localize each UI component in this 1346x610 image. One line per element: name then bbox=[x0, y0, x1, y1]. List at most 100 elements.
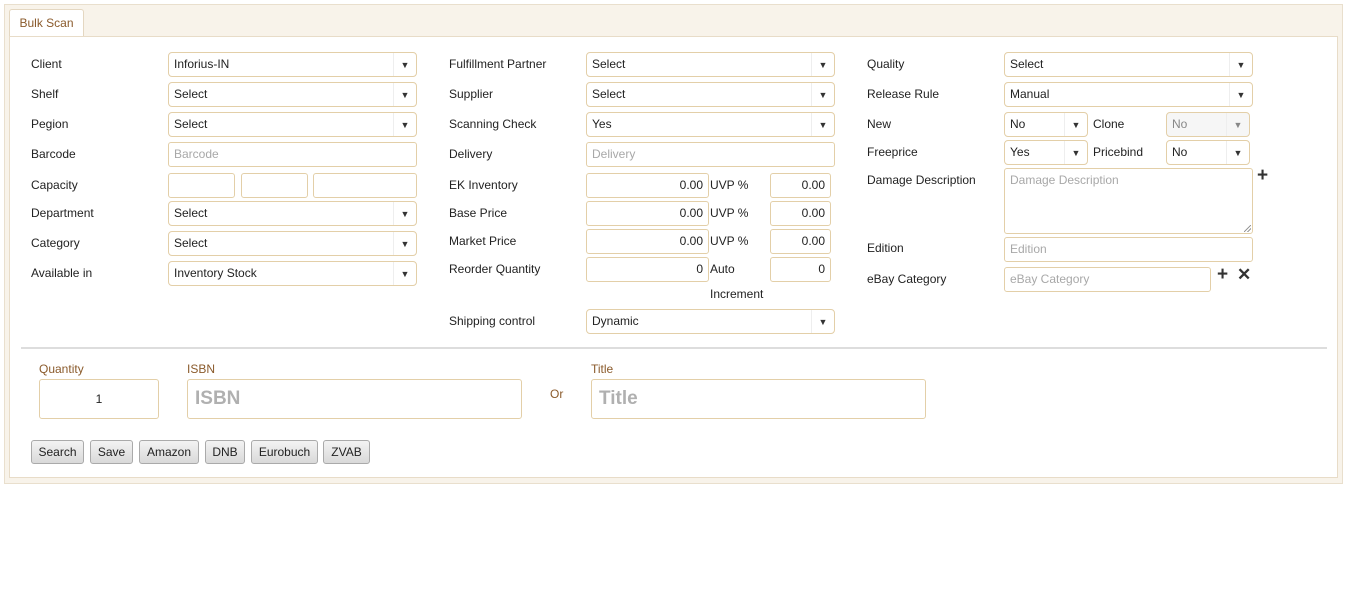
shipping-control-select[interactable]: Dynamic ▼ bbox=[586, 309, 835, 334]
region-select[interactable]: Select ▼ bbox=[168, 112, 417, 137]
category-select[interactable]: Select ▼ bbox=[168, 231, 417, 256]
pricebind-label: Pricebind bbox=[1093, 145, 1144, 159]
barcode-input[interactable]: Barcode bbox=[168, 142, 417, 167]
save-button[interactable]: Save bbox=[90, 440, 133, 464]
delivery-input[interactable]: Delivery bbox=[586, 142, 835, 167]
chevron-down-icon: ▼ bbox=[811, 310, 834, 333]
shipping-control-label: Shipping control bbox=[449, 314, 536, 328]
quality-label: Quality bbox=[867, 57, 905, 71]
pricebind-select[interactable]: No ▼ bbox=[1166, 140, 1250, 165]
damage-description-label: Damage Description bbox=[867, 173, 976, 187]
fulfillment-partner-select[interactable]: Select ▼ bbox=[586, 52, 835, 77]
barcode-label: Barcode bbox=[31, 147, 76, 161]
edition-label: Edition bbox=[867, 241, 904, 255]
capacity-input-3[interactable] bbox=[313, 173, 417, 198]
resize-grip-icon[interactable] bbox=[1244, 225, 1251, 232]
chevron-down-icon: ▼ bbox=[393, 232, 416, 255]
shelf-value: Select bbox=[174, 87, 208, 101]
new-label: New bbox=[867, 117, 892, 131]
capacity-input-1[interactable] bbox=[168, 173, 235, 198]
ek-inventory-input[interactable]: 0.00 bbox=[586, 173, 709, 198]
damage-description-textarea[interactable]: Damage Description bbox=[1004, 168, 1253, 234]
chevron-down-icon: ▼ bbox=[393, 113, 416, 136]
client-value: Inforius-IN bbox=[174, 57, 230, 71]
category-label: Category bbox=[31, 236, 80, 250]
capacity-input-2[interactable] bbox=[241, 173, 308, 198]
freeprice-label: Freeprice bbox=[867, 145, 918, 159]
scanning-check-label: Scanning Check bbox=[449, 117, 537, 131]
fulfillment-partner-value: Select bbox=[592, 57, 626, 71]
amazon-button[interactable]: Amazon bbox=[139, 440, 199, 464]
zvab-button[interactable]: ZVAB bbox=[323, 440, 370, 464]
department-value: Select bbox=[174, 206, 208, 220]
capacity-label: Capacity bbox=[31, 178, 78, 192]
base-price-label: Base Price bbox=[449, 206, 508, 220]
quantity-input[interactable]: 1 bbox=[39, 379, 159, 419]
market-uvp-label: UVP % bbox=[710, 234, 749, 248]
chevron-down-icon: ▼ bbox=[1226, 141, 1249, 164]
chevron-down-icon: ▼ bbox=[1064, 141, 1087, 164]
reorder-quantity-label: Reorder Quantity bbox=[449, 262, 541, 276]
supplier-value: Select bbox=[592, 87, 626, 101]
client-label: Client bbox=[31, 57, 62, 71]
shipping-control-value: Dynamic bbox=[592, 314, 639, 328]
damage-description-placeholder: Damage Description bbox=[1010, 173, 1119, 187]
auto-label: Auto bbox=[710, 262, 735, 276]
base-uvp-input[interactable]: 0.00 bbox=[770, 201, 831, 226]
chevron-down-icon: ▼ bbox=[393, 83, 416, 106]
quality-select[interactable]: Select ▼ bbox=[1004, 52, 1253, 77]
freeprice-select[interactable]: Yes ▼ bbox=[1004, 140, 1088, 165]
available-in-select[interactable]: Inventory Stock ▼ bbox=[168, 261, 417, 286]
chevron-down-icon: ▼ bbox=[811, 53, 834, 76]
eurobuch-button[interactable]: Eurobuch bbox=[251, 440, 318, 464]
auto-increment-input[interactable]: 0 bbox=[770, 257, 831, 282]
market-uvp-input[interactable]: 0.00 bbox=[770, 229, 831, 254]
chevron-down-icon: ▼ bbox=[1229, 83, 1252, 106]
ebay-category-label: eBay Category bbox=[867, 272, 947, 286]
ebay-category-input[interactable]: eBay Category bbox=[1004, 267, 1211, 292]
delivery-label: Delivery bbox=[449, 147, 493, 161]
supplier-select[interactable]: Select ▼ bbox=[586, 82, 835, 107]
client-select[interactable]: Inforius-IN ▼ bbox=[168, 52, 417, 77]
search-button[interactable]: Search bbox=[31, 440, 84, 464]
new-select[interactable]: No ▼ bbox=[1004, 112, 1088, 137]
scanning-check-value: Yes bbox=[592, 117, 612, 131]
department-label: Department bbox=[31, 206, 94, 220]
clone-select[interactable]: No ▼ bbox=[1166, 112, 1250, 137]
section-divider bbox=[21, 347, 1327, 349]
available-in-value: Inventory Stock bbox=[174, 266, 257, 280]
department-select[interactable]: Select ▼ bbox=[168, 201, 417, 226]
market-price-input[interactable]: 0.00 bbox=[586, 229, 709, 254]
or-label: Or bbox=[550, 387, 564, 401]
title-label: Title bbox=[591, 362, 614, 376]
chevron-down-icon: ▼ bbox=[393, 262, 416, 285]
edition-input[interactable]: Edition bbox=[1004, 237, 1253, 262]
reorder-quantity-input[interactable]: 0 bbox=[586, 257, 709, 282]
chevron-down-icon: ▼ bbox=[1229, 53, 1252, 76]
close-icon[interactable]: ✕ bbox=[1237, 266, 1251, 284]
shelf-select[interactable]: Select ▼ bbox=[168, 82, 417, 107]
tab-bulk-scan[interactable]: Bulk Scan bbox=[9, 9, 84, 36]
clone-label: Clone bbox=[1093, 117, 1125, 131]
category-value: Select bbox=[174, 236, 208, 250]
isbn-label: ISBN bbox=[187, 362, 216, 376]
quality-value: Select bbox=[1010, 57, 1044, 71]
release-rule-select[interactable]: Manual ▼ bbox=[1004, 82, 1253, 107]
chevron-down-icon: ▼ bbox=[811, 113, 834, 136]
ek-inventory-label: EK Inventory bbox=[449, 178, 518, 192]
shelf-label: Shelf bbox=[31, 87, 59, 101]
quantity-label: Quantity bbox=[39, 362, 84, 376]
region-value: Select bbox=[174, 117, 208, 131]
scanning-check-select[interactable]: Yes ▼ bbox=[586, 112, 835, 137]
chevron-down-icon: ▼ bbox=[1064, 113, 1087, 136]
chevron-down-icon: ▼ bbox=[393, 53, 416, 76]
title-input[interactable]: Title bbox=[591, 379, 926, 419]
fulfillment-partner-label: Fulfillment Partner bbox=[449, 57, 547, 71]
isbn-input[interactable]: ISBN bbox=[187, 379, 522, 419]
ek-uvp-input[interactable]: 0.00 bbox=[770, 173, 831, 198]
dnb-button[interactable]: DNB bbox=[205, 440, 245, 464]
base-uvp-label: UVP % bbox=[710, 206, 749, 220]
base-price-input[interactable]: 0.00 bbox=[586, 201, 709, 226]
plus-icon[interactable]: + bbox=[1257, 166, 1268, 185]
plus-icon[interactable]: + bbox=[1217, 265, 1228, 284]
